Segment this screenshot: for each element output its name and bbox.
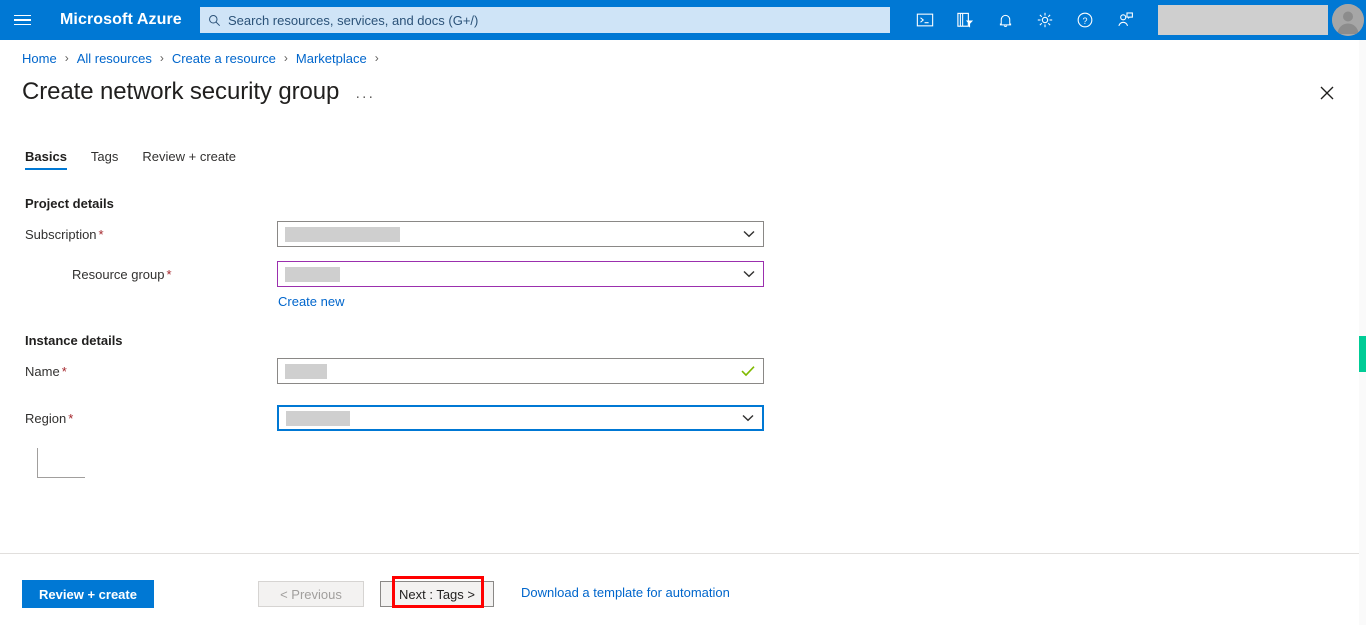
name-label: Name * [25, 364, 277, 379]
field-row-subscription: Subscription * [25, 217, 1366, 251]
title-row: Create network security group ··· [0, 78, 1366, 106]
breadcrumb-separator-icon: › [283, 51, 288, 65]
hamburger-bar [13, 23, 31, 26]
cloud-shell-icon[interactable] [905, 0, 945, 40]
settings-gear-icon[interactable] [1025, 0, 1065, 40]
feedback-person-icon[interactable] [1105, 0, 1145, 40]
directory-filter-icon[interactable] [945, 0, 985, 40]
breadcrumb-separator-icon: › [159, 51, 164, 65]
field-row-resource-group: Resource group * [25, 257, 1366, 291]
subscription-label: Subscription * [25, 227, 277, 242]
tab-basics[interactable]: Basics [25, 149, 67, 170]
search-icon [208, 14, 221, 27]
breadcrumb-separator-icon: › [374, 51, 379, 65]
required-marker: * [61, 363, 67, 379]
page-scrollbar-thumb[interactable] [1359, 336, 1366, 372]
resource-group-value-redacted [285, 266, 340, 282]
hamburger-bar [13, 14, 31, 17]
top-navigation-bar: Microsoft Azure Search resources, servic… [0, 0, 1366, 40]
name-label-text: Name [25, 363, 60, 379]
search-placeholder: Search resources, services, and docs (G+… [228, 12, 479, 28]
download-template-link[interactable]: Download a template for automation [521, 585, 730, 600]
field-row-region: Region * [25, 401, 1366, 435]
resource-group-dropdown[interactable] [277, 261, 764, 287]
subscription-value-redacted [285, 226, 400, 242]
review-create-button[interactable]: Review + create [22, 580, 154, 608]
tree-connector-line [37, 448, 85, 478]
field-row-name: Name * [25, 354, 1366, 388]
avatar-icon[interactable] [1332, 4, 1364, 36]
basics-form: Project details Subscription * Resource g… [0, 196, 1366, 478]
breadcrumb-separator-icon: › [64, 51, 69, 65]
help-question-icon[interactable]: ? [1065, 0, 1105, 40]
region-value-redacted [286, 410, 350, 426]
region-label-text: Region [25, 410, 67, 426]
hamburger-icon[interactable] [0, 0, 44, 40]
search-input[interactable]: Search resources, services, and docs (G+… [200, 7, 890, 33]
chevron-down-icon [743, 270, 755, 278]
required-marker: * [98, 226, 104, 242]
more-options-icon[interactable]: ··· [355, 89, 375, 104]
notifications-bell-icon[interactable] [985, 0, 1025, 40]
breadcrumb-item-marketplace[interactable]: Marketplace [296, 51, 367, 66]
brand-title[interactable]: Microsoft Azure [60, 11, 182, 29]
footer-action-bar: Review + create < Previous Next : Tags >… [0, 554, 1366, 625]
previous-button: < Previous [258, 581, 364, 607]
resource-group-label-text: Resource group [72, 266, 165, 282]
page-scrollbar-track[interactable] [1359, 40, 1366, 625]
create-new-resource-group-link[interactable]: Create new [278, 294, 344, 309]
section-heading-project-details: Project details [25, 196, 114, 211]
svg-text:?: ? [1082, 16, 1087, 26]
name-input[interactable] [277, 358, 764, 384]
tab-bar: Basics Tags Review + create [0, 142, 1366, 170]
close-icon[interactable] [1314, 80, 1340, 106]
breadcrumb-item-home[interactable]: Home [22, 51, 57, 66]
region-dropdown[interactable] [277, 405, 764, 431]
subscription-label-text: Subscription [25, 226, 97, 242]
breadcrumb-item-create-a-resource[interactable]: Create a resource [172, 51, 276, 66]
subscription-dropdown[interactable] [277, 221, 764, 247]
region-label: Region * [25, 411, 277, 426]
breadcrumb-item-all-resources[interactable]: All resources [77, 51, 152, 66]
hamburger-bar [13, 19, 31, 21]
chevron-down-icon [742, 414, 754, 422]
chevron-down-icon [743, 230, 755, 238]
next-tags-button[interactable]: Next : Tags > [380, 581, 494, 607]
section-heading-instance-details: Instance details [25, 333, 123, 348]
checkmark-icon [741, 366, 755, 377]
account-info-redacted [1158, 5, 1328, 35]
name-value-redacted [285, 363, 327, 379]
breadcrumb: Home › All resources › Create a resource… [0, 40, 1366, 76]
tab-tags[interactable]: Tags [91, 149, 118, 170]
required-marker: * [68, 410, 74, 426]
nav-icon-group: ? [905, 0, 1145, 40]
resource-group-label: Resource group * [25, 267, 277, 282]
tab-review-create[interactable]: Review + create [142, 149, 236, 170]
required-marker: * [166, 266, 172, 282]
page-title: Create network security group [22, 78, 340, 105]
